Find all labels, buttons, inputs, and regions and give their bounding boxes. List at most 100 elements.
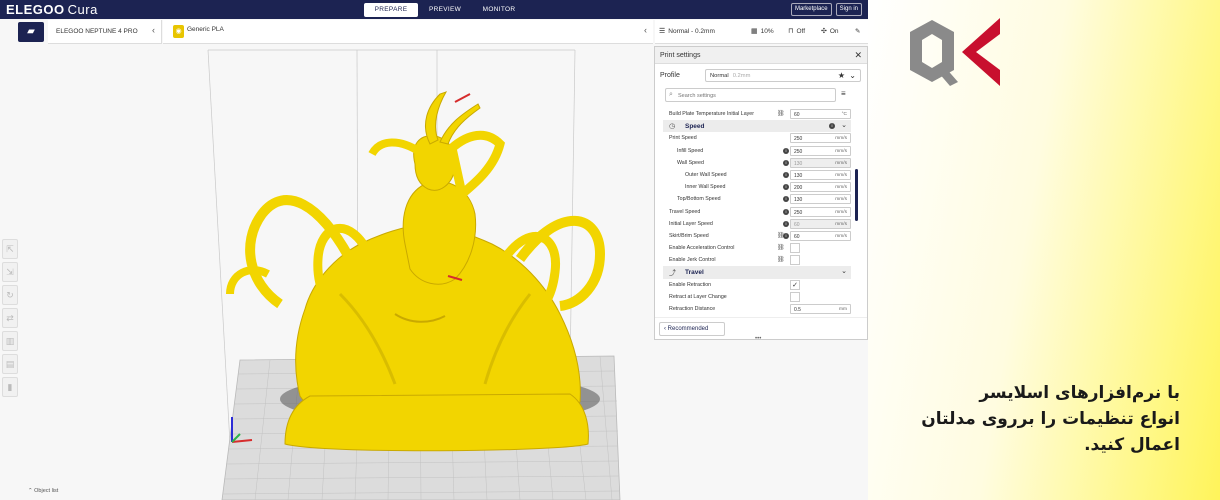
travel-icon: ⤴: [669, 270, 676, 278]
info-icon[interactable]: i: [783, 171, 789, 178]
account-buttons: Marketplace Sign in: [790, 3, 862, 16]
setting-label: Travel Speed: [669, 208, 701, 215]
setting-unit: mm/s: [835, 233, 847, 239]
printer-name: ELEGOO NEPTUNE 4 PRO: [56, 28, 138, 35]
move-tool-button[interactable]: ⇱: [2, 239, 18, 259]
tab-preview[interactable]: PREVIEW: [418, 3, 472, 17]
marketplace-button[interactable]: Marketplace: [790, 3, 832, 16]
close-icon[interactable]: ✕: [854, 50, 862, 61]
setting-label: Build Plate Temperature Initial Layer: [669, 111, 754, 117]
setting-unit: mm/s: [835, 185, 847, 191]
setting-value-field[interactable]: 250 mm/s: [790, 133, 851, 144]
mirror-tool-button[interactable]: ⇄: [2, 308, 18, 328]
info-icon[interactable]: i: [783, 159, 789, 166]
setting-row: Inner Wall Speed i 200 mm/s: [655, 181, 855, 193]
resize-handle-icon[interactable]: •••: [755, 336, 761, 342]
search-input[interactable]: [678, 91, 828, 100]
setting-value-field[interactable]: 250 mm/s: [790, 145, 851, 156]
profile-layer-height: 0.2mm: [732, 73, 751, 79]
object-list-toggle[interactable]: ⌃ Object list: [28, 488, 58, 494]
top-bar: ELEGOO Cura PREPARE PREVIEW MONITOR Marke…: [0, 0, 868, 19]
cylinder-tool-button[interactable]: ▮: [2, 377, 18, 397]
panel-header: Print settings ✕: [655, 47, 867, 64]
cura-window: ELEGOO Cura PREPARE PREVIEW MONITOR Marke…: [0, 0, 868, 500]
setting-value-field[interactable]: 60 °C: [790, 109, 851, 119]
setting-value: 200: [794, 185, 803, 192]
search-settings: ⌕: [665, 88, 836, 102]
settings-scrollbar[interactable]: [855, 169, 858, 221]
profile-dropdown[interactable]: Normal 0.2mm ★ ⌄: [705, 69, 861, 82]
setting-value-field[interactable]: 60 mm/s: [790, 218, 851, 229]
setting-row: Retract at Layer Change: [655, 291, 855, 303]
category-speed[interactable]: ◷ Speed i ⌄: [663, 120, 851, 133]
recommended-button[interactable]: ‹ Recommended: [659, 322, 725, 336]
tab-prepare[interactable]: PREPARE: [364, 3, 418, 17]
chevron-down-icon: ⌄: [849, 71, 856, 80]
material-selector[interactable]: ◉ Generic PLA ‹: [163, 20, 653, 44]
material-name: Generic PLA: [187, 26, 224, 33]
search-icon: ⌕: [669, 91, 673, 98]
link-icon[interactable]: ⛓: [777, 110, 785, 117]
link-icon[interactable]: ⛓: [777, 256, 785, 263]
print-settings-summary[interactable]: ☰ Normal - 0.2mm ▦ 10% ⊓ Off ✣ On ✎: [655, 20, 868, 44]
setting-row: Enable Retraction ✓: [655, 279, 855, 291]
setting-checkbox[interactable]: [790, 291, 800, 302]
open-file-button[interactable]: ▰: [18, 22, 44, 42]
setting-value-field[interactable]: 200 mm/s: [790, 182, 851, 193]
speed-icon: ◷: [669, 123, 676, 131]
setting-value-field[interactable]: 0.5 mm: [790, 304, 851, 314]
setting-value-field[interactable]: 130 mm/s: [790, 194, 851, 205]
info-icon[interactable]: i: [783, 232, 789, 239]
selection-bar: ▰ ELEGOO NEPTUNE 4 PRO ‹ ◉ Generic PLA ‹…: [0, 20, 868, 44]
info-icon[interactable]: i: [783, 184, 789, 191]
chevron-left-icon: ‹: [152, 25, 155, 35]
support-blocker-icon: ▤: [5, 359, 15, 369]
category-travel[interactable]: ⤴ Travel ⌄: [663, 266, 851, 279]
summary-profile: Normal - 0.2mm: [668, 28, 715, 35]
info-icon[interactable]: i: [829, 123, 835, 130]
setting-value-field[interactable]: 60 mm/s: [790, 230, 851, 241]
setting-label: Initial Layer Speed: [669, 220, 713, 227]
per-model-settings-button[interactable]: ▥: [2, 331, 18, 351]
setting-value: 130: [794, 160, 803, 167]
info-icon[interactable]: i: [783, 147, 789, 154]
setting-label: Wall Speed: [677, 159, 704, 166]
setting-label: Skirt/Brim Speed: [669, 232, 709, 239]
tab-monitor[interactable]: MONITOR: [472, 3, 526, 17]
setting-value-field[interactable]: 130 mm/s: [790, 157, 851, 168]
setting-value: 250: [794, 209, 803, 216]
info-icon[interactable]: i: [783, 220, 789, 227]
setting-value: 130: [794, 172, 803, 179]
info-icon[interactable]: i: [783, 196, 789, 203]
setting-row: Top/Bottom Speed i 130 mm/s: [655, 193, 855, 205]
setting-unit: mm/s: [835, 160, 847, 166]
setting-row: Print Speed 250 mm/s: [655, 132, 855, 144]
setting-value: 60: [794, 233, 800, 240]
support-blocker-button[interactable]: ▤: [2, 354, 18, 374]
info-icon[interactable]: i: [783, 208, 789, 215]
sign-in-button[interactable]: Sign in: [835, 3, 862, 16]
chevron-left-icon: ‹: [644, 25, 647, 35]
stage-tabs: PREPARE PREVIEW MONITOR: [364, 3, 526, 17]
promo-banner: با نرم‌افزارهای اسلایسر انواع تنظیمات را…: [868, 0, 1220, 500]
panel-footer: ‹ Recommended •••: [655, 317, 867, 342]
scale-icon: ⇲: [6, 267, 14, 277]
edit-icon[interactable]: ✎: [855, 27, 860, 35]
setting-unit: mm/s: [835, 197, 847, 203]
setting-value-field[interactable]: 250 mm/s: [790, 206, 851, 217]
star-icon[interactable]: ★: [838, 71, 845, 80]
setting-label: Enable Acceleration Control: [669, 245, 735, 252]
scale-tool-button[interactable]: ⇲: [2, 262, 18, 282]
setting-checkbox[interactable]: [790, 255, 800, 266]
rotate-tool-button[interactable]: ↻: [2, 285, 18, 305]
setting-value-field[interactable]: 130 mm/s: [790, 169, 851, 180]
setting-checkbox[interactable]: ✓: [790, 279, 800, 290]
settings-menu-icon[interactable]: ≡: [841, 89, 846, 98]
setting-unit: °C: [841, 112, 847, 117]
setting-unit: mm/s: [835, 221, 847, 227]
link-icon[interactable]: ⛓: [777, 244, 785, 251]
setting-checkbox[interactable]: [790, 243, 800, 254]
printer-selector[interactable]: ELEGOO NEPTUNE 4 PRO ‹: [48, 20, 162, 44]
summary-support: Off: [796, 28, 806, 35]
folder-icon: ▰: [27, 26, 35, 37]
